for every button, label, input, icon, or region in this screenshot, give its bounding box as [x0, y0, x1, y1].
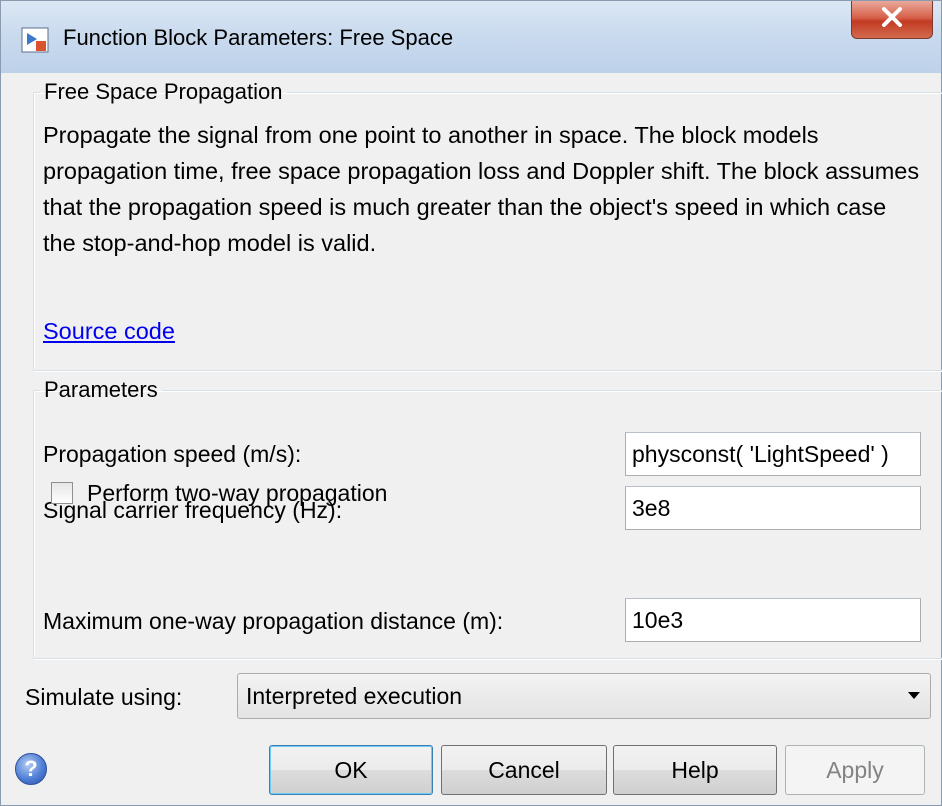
close-icon — [881, 7, 903, 32]
simulate-using-value: Interpreted execution — [246, 683, 463, 709]
propagation-speed-field[interactable]: physconst( 'LightSpeed' ) — [625, 432, 921, 476]
window-title: Function Block Parameters: Free Space — [63, 25, 454, 50]
two-way-checkbox[interactable] — [51, 482, 73, 504]
chevron-down-icon — [908, 692, 920, 699]
parameters-legend: Parameters — [44, 377, 158, 402]
simulink-block-icon — [21, 27, 49, 53]
max-distance-field[interactable]: 10e3 — [625, 598, 921, 642]
propagation-speed-label: Propagation speed (m/s): — [43, 441, 302, 467]
source-code-link[interactable]: Source code — [43, 316, 175, 346]
description-legend: Free Space Propagation — [44, 79, 283, 104]
block-description: Propagate the signal from one point to a… — [43, 122, 920, 256]
cancel-button[interactable]: Cancel — [441, 745, 607, 795]
simulate-using-dropdown[interactable]: Interpreted execution — [237, 673, 931, 719]
apply-button[interactable]: Apply — [785, 745, 925, 795]
close-button[interactable] — [851, 1, 933, 39]
max-distance-label: Maximum one-way propagation distance (m)… — [43, 608, 504, 634]
help-button[interactable]: Help — [613, 745, 777, 795]
dialog-body: Free Space Propagation Propagate the sig… — [9, 73, 942, 799]
two-way-label[interactable]: Perform two-way propagation — [87, 478, 387, 508]
simulate-using-label: Simulate using: — [25, 684, 183, 710]
title-bar[interactable]: Function Block Parameters: Free Space — [1, 1, 941, 73]
carrier-frequency-field[interactable]: 3e8 — [625, 486, 921, 530]
propagation-speed-value: physconst( 'LightSpeed' ) — [632, 441, 889, 467]
help-question-icon[interactable]: ? — [15, 753, 47, 785]
dialog-window: Function Block Parameters: Free Space Fr… — [0, 0, 942, 806]
ok-button[interactable]: OK — [269, 745, 433, 795]
